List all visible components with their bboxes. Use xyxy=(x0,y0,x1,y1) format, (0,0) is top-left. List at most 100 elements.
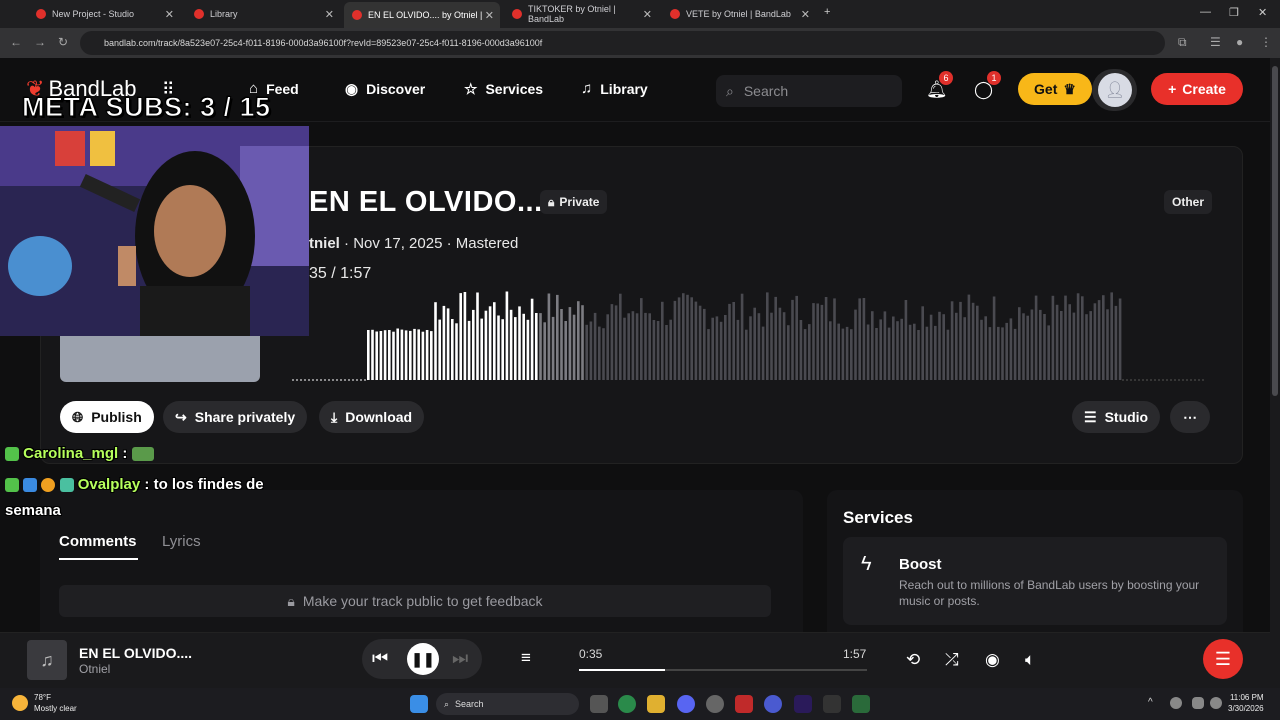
previous-track-icon[interactable]: ⏮ xyxy=(372,648,388,669)
studio-label: Studio xyxy=(1104,409,1149,425)
waveform-bar xyxy=(476,292,479,380)
waveform-bar xyxy=(497,315,500,380)
track-cover-art[interactable] xyxy=(60,336,260,382)
tab-comments[interactable]: Comments xyxy=(59,533,137,550)
waveform-bar xyxy=(522,313,525,380)
premiere-icon[interactable] xyxy=(794,695,812,713)
nav-item-discover[interactable]: ◉ Discover xyxy=(345,80,425,98)
file-explorer-icon[interactable] xyxy=(647,695,665,713)
mic-icon[interactable] xyxy=(1170,697,1182,709)
waveform-bar xyxy=(749,316,752,380)
browser-tab[interactable]: VETE by Otniel | BandLab ✕ xyxy=(662,4,816,24)
next-track-icon[interactable]: ⏭ xyxy=(452,648,468,669)
waveform-bar xyxy=(425,330,429,380)
waveform-bar xyxy=(799,320,803,380)
reading-list-icon[interactable]: ☰ xyxy=(1210,35,1221,49)
address-bar[interactable]: bandlab.com/track/8a523e07-25c4-f011-819… xyxy=(80,31,1165,55)
waveform-bar xyxy=(803,329,807,380)
pause-button[interactable]: ❚❚ xyxy=(407,643,439,675)
weather-widget[interactable]: 78°F Mostly clear xyxy=(12,692,77,714)
network-icon[interactable] xyxy=(1192,697,1204,709)
profile-icon[interactable]: ● xyxy=(1236,35,1243,49)
nav-item-library[interactable]: ♫ Library xyxy=(581,80,648,97)
chrome-icon[interactable] xyxy=(618,695,636,713)
waveform-bar xyxy=(1118,298,1122,380)
repeat-icon[interactable]: ⟲ xyxy=(906,650,920,670)
tab-close-icon[interactable]: ✕ xyxy=(485,9,494,22)
task-view-icon[interactable] xyxy=(590,695,608,713)
windows-start-icon[interactable] xyxy=(410,695,428,713)
forward-icon[interactable]: → xyxy=(34,35,46,49)
player-artist[interactable]: Otniel xyxy=(79,662,110,676)
track-artist[interactable]: tniel xyxy=(309,235,340,252)
tab-close-icon[interactable]: ✕ xyxy=(325,8,334,21)
tab-close-icon[interactable]: ✕ xyxy=(801,8,810,21)
get-membership-button[interactable]: Get ♛ xyxy=(1018,73,1092,105)
plus-icon: + xyxy=(1168,81,1177,97)
chat-username: Carolina_mgl xyxy=(23,445,119,462)
app-icon[interactable] xyxy=(852,695,870,713)
waveform-bar xyxy=(703,308,706,380)
player-artwork[interactable]: ♫ xyxy=(27,640,67,680)
restore-icon[interactable]: ❐ xyxy=(1229,6,1239,19)
browser-tab[interactable]: New Project - Studio ✕ xyxy=(28,4,180,24)
genre-badge[interactable]: Other xyxy=(1164,190,1213,214)
waveform-bar xyxy=(610,304,614,380)
browser-tab[interactable]: TIKTOKER by Otniel | BandLab ✕ xyxy=(504,4,658,24)
minimize-icon[interactable]: — xyxy=(1200,6,1211,18)
queue-icon[interactable]: ≡ xyxy=(521,648,531,668)
scrollbar-thumb[interactable] xyxy=(1272,66,1278,396)
player-title[interactable]: EN EL OLVIDO.... xyxy=(79,645,192,661)
app-icon[interactable] xyxy=(735,695,753,713)
waveform-bar xyxy=(493,302,496,380)
share-privately-button[interactable]: ↪ Share privately xyxy=(163,401,308,433)
waveform[interactable] xyxy=(292,290,1208,384)
share-icon: ↪ xyxy=(175,408,187,425)
tray-chevron-icon[interactable]: ^ xyxy=(1148,697,1160,709)
browser-tab-active[interactable]: EN EL OLVIDO.... by Otniel | ✕ xyxy=(344,2,500,28)
create-button[interactable]: + Create xyxy=(1151,73,1243,105)
tab-close-icon[interactable]: ✕ xyxy=(643,8,652,21)
window-close-icon[interactable]: ✕ xyxy=(1258,6,1267,19)
waveform-bar xyxy=(770,312,773,380)
volume-icon[interactable]: 🔈︎ xyxy=(1025,650,1035,670)
publish-button[interactable]: 🌐︎ Publish xyxy=(60,401,154,433)
new-tab-icon[interactable]: + xyxy=(824,6,830,18)
studio-button[interactable]: ☰ Studio xyxy=(1072,401,1161,433)
menu-icon: ☰ xyxy=(1214,648,1232,669)
epic-games-icon[interactable] xyxy=(823,695,841,713)
discord-icon[interactable] xyxy=(677,695,695,713)
browser-tab[interactable]: Library ✕ xyxy=(186,4,340,24)
shuffle-icon[interactable]: ⤮ xyxy=(945,650,959,670)
bandlab-favicon-icon xyxy=(352,10,362,20)
user-avatar[interactable]: 👤︎ xyxy=(1098,73,1132,107)
player-menu-button[interactable]: ☰ xyxy=(1203,639,1243,679)
extensions-icon[interactable]: ⧉ xyxy=(1178,35,1187,50)
waveform-bar xyxy=(808,324,811,380)
badge-icon xyxy=(23,478,38,493)
more-options-button[interactable]: ⋯ xyxy=(1170,401,1210,433)
tab-lyrics[interactable]: Lyrics xyxy=(162,533,201,550)
tab-close-icon[interactable]: ✕ xyxy=(165,8,174,21)
download-button[interactable]: ⤓ Download xyxy=(319,401,425,433)
broadcast-icon[interactable]: ◉ xyxy=(985,650,1000,670)
taskbar-search-label: Search xyxy=(455,699,484,709)
waveform-bar xyxy=(635,313,639,380)
app-icon[interactable] xyxy=(706,695,724,713)
browser-menu-icon[interactable]: ⋮ xyxy=(1260,35,1272,49)
volume-tray-icon[interactable] xyxy=(1210,697,1222,709)
system-clock[interactable]: 11:06 PM 3/30/2026 xyxy=(1228,692,1264,714)
back-icon[interactable]: ← xyxy=(10,35,22,49)
waveform-bar xyxy=(929,314,933,380)
nav-item-services[interactable]: ☆ Services xyxy=(464,80,543,98)
reload-icon[interactable]: ↻ xyxy=(58,35,68,49)
waveform-bar xyxy=(900,318,903,380)
waveform-bar xyxy=(535,313,538,380)
weather-icon xyxy=(12,695,28,711)
taskbar-search[interactable]: ⌕ Search xyxy=(436,693,579,715)
search-input[interactable]: ⌕ Search xyxy=(716,75,902,107)
waveform-bar xyxy=(589,321,593,380)
waveform-bar xyxy=(623,317,626,380)
waveform-bar xyxy=(850,329,853,380)
app-icon[interactable] xyxy=(764,695,782,713)
